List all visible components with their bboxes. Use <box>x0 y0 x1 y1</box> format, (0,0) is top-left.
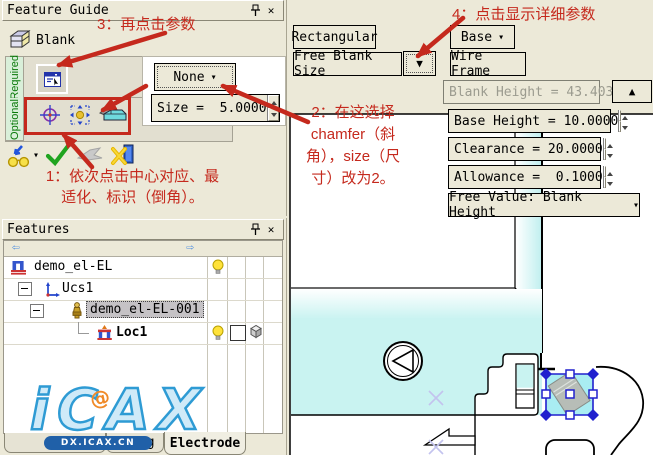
tree-row-ucs[interactable]: Ucs1 <box>4 278 282 301</box>
base-height-field[interactable]: Base Height = 10.0000 <box>448 109 629 133</box>
parameters-button[interactable] <box>36 64 68 94</box>
free-blank-size-label: Free Blank Size <box>294 49 373 79</box>
blank-height-field: Blank Height = 43.4031 <box>443 80 632 104</box>
annotation-step2-line4: 寸）改为2。 <box>311 170 395 187</box>
allowance-field[interactable]: Allowance = 0.1000 <box>448 165 613 189</box>
features-panel: Features ✕ ⇦ ⇨ demo_el-EL Ucs1 demo_el-E… <box>0 218 287 455</box>
tab-optional-label: Optional <box>8 98 21 140</box>
visibility-checkbox[interactable] <box>230 325 246 341</box>
location-icon <box>96 324 113 345</box>
annotation-step2-line3: 角），size（尺 <box>305 148 401 165</box>
tab-electrode-label: Electrode <box>169 435 241 451</box>
annotation-step1-line2: 适化、标识（倒角）。 <box>61 189 204 206</box>
pin-icon[interactable] <box>247 4 263 18</box>
tree-row-electrode[interactable]: demo_el-EL-001 <box>4 300 282 323</box>
chamfer-popup: None ▾ Size = 5.0000 <box>142 56 286 126</box>
features-title: Features <box>7 222 70 237</box>
clearance-spinner[interactable] <box>602 138 613 160</box>
tree-label[interactable]: demo_el-EL <box>34 259 112 274</box>
annotation-step4: 4：点击显示详细参数 <box>452 6 596 23</box>
chamfer-size-field[interactable]: Size = 5.0000 <box>151 94 280 122</box>
band-gradient <box>291 289 542 319</box>
pin-icon[interactable] <box>247 223 263 237</box>
tree-header: ⇦ ⇨ <box>4 241 282 257</box>
clearance-value: Clearance = 20.0000 <box>454 141 603 157</box>
parameter-dialog-icon <box>43 71 61 87</box>
tree-row-loc[interactable]: Loc1 <box>4 322 282 345</box>
rectangular-label: Rectangular <box>291 29 378 45</box>
allowance-spinner[interactable] <box>602 166 613 188</box>
tree-label-selected[interactable]: demo_el-EL-001 <box>86 301 204 318</box>
bulb-icon[interactable] <box>211 325 225 346</box>
collapse-params-button[interactable]: ▲ <box>612 80 652 103</box>
rectangular-button[interactable]: Rectangular <box>291 25 378 49</box>
annotation-step2: 2：在这选择 chamfer（斜 角），size（尺 寸）改为2。 <box>278 102 428 190</box>
wire-frame-label: Wire Frame <box>451 49 491 79</box>
tab-required-label: Required <box>8 55 21 100</box>
tab-required[interactable]: Required <box>6 55 24 100</box>
wire-frame-button[interactable]: Wire Frame <box>450 49 526 79</box>
blank-3d-box-icon <box>8 29 32 54</box>
clearance-field[interactable]: Clearance = 20.0000 <box>448 137 613 161</box>
annotation-step3: 3：再点击参数 <box>97 16 196 33</box>
collapse-minus-icon[interactable] <box>30 304 44 318</box>
chamfer-type-dropdown[interactable]: None ▾ <box>154 63 236 91</box>
electrode-holder-icon <box>70 302 84 323</box>
annotation-step2-line1: 2：在这选择 <box>311 104 395 121</box>
bulb-icon[interactable] <box>211 259 225 280</box>
tree-label[interactable]: Loc1 <box>116 325 147 340</box>
tree-elbow-line <box>78 322 89 334</box>
ucs-axes-icon <box>44 281 60 301</box>
blank-height-value: Blank Height = 43.4031 <box>449 84 622 100</box>
optional-icons-highlight-box <box>24 97 131 135</box>
history-back-icon[interactable]: ⇦ <box>12 241 20 255</box>
tab-electrode[interactable]: Electrode <box>164 432 246 455</box>
pocket-fill <box>516 364 534 388</box>
cad-electrode-app: Feature Guide ✕ Blank Required Optional <box>0 0 653 455</box>
close-icon[interactable]: ✕ <box>263 223 279 237</box>
features-titlebar[interactable]: Features ✕ <box>2 219 284 240</box>
blank-label: Blank <box>36 33 76 48</box>
annotation-step1: 1：依次点击中心对应、最 适化、标识（倒角）。 <box>10 166 255 208</box>
tab-hidden-1[interactable] <box>4 433 106 453</box>
solid-cube-icon[interactable] <box>248 324 264 344</box>
chamfer-size-value: Size = 5.0000 <box>157 100 267 116</box>
annotation-step2-line2: chamfer（斜 <box>310 126 396 143</box>
chevron-down-icon: ▾ <box>632 199 639 211</box>
collapse-minus-icon[interactable] <box>18 282 32 296</box>
feature-tree: ⇦ ⇨ demo_el-EL Ucs1 demo_el-EL-001 Loc1 <box>3 240 283 434</box>
tree-row-assembly[interactable]: demo_el-EL <box>4 256 282 279</box>
allowance-value: Allowance = 0.1000 <box>454 169 603 185</box>
tools-disabled-icon <box>76 146 104 168</box>
free-value-dropdown[interactable]: Free Value: Blank Height ▾ <box>448 190 640 220</box>
base-dropdown[interactable]: Base ▾ <box>450 25 515 49</box>
tab-optional[interactable]: Optional <box>6 98 24 141</box>
tab-parting-label: rting <box>115 435 155 450</box>
tree-label[interactable]: Ucs1 <box>62 281 93 296</box>
feature-guide-title: Feature Guide <box>7 3 109 18</box>
triangle-up-icon: ▲ <box>628 85 636 98</box>
base-height-value: Base Height = 10.0000 <box>454 113 619 129</box>
history-forward-icon[interactable]: ⇨ <box>186 241 194 255</box>
triangle-down-icon: ▼ <box>416 57 423 70</box>
free-value-label: Free Value: Blank Height <box>449 190 583 220</box>
chevron-down-icon: ▾ <box>210 71 217 83</box>
chevron-down-icon: ▾ <box>498 31 505 43</box>
base-height-spinner[interactable] <box>618 110 629 132</box>
tab-parting[interactable]: rting <box>106 433 164 453</box>
base-label: Base <box>460 29 493 45</box>
preview-dropdown-caret[interactable]: ▾ <box>33 150 39 161</box>
selected-electrode[interactable] <box>540 368 599 421</box>
annotation-step1-line1: 1：依次点击中心对应、最 <box>45 168 220 185</box>
chamfer-type-value: None <box>173 69 205 85</box>
show-detail-params-button[interactable]: ▼ <box>403 51 436 76</box>
electrode-assembly-icon <box>10 259 27 279</box>
free-blank-size-button[interactable]: Free Blank Size <box>293 49 402 79</box>
close-icon[interactable]: ✕ <box>263 4 279 18</box>
